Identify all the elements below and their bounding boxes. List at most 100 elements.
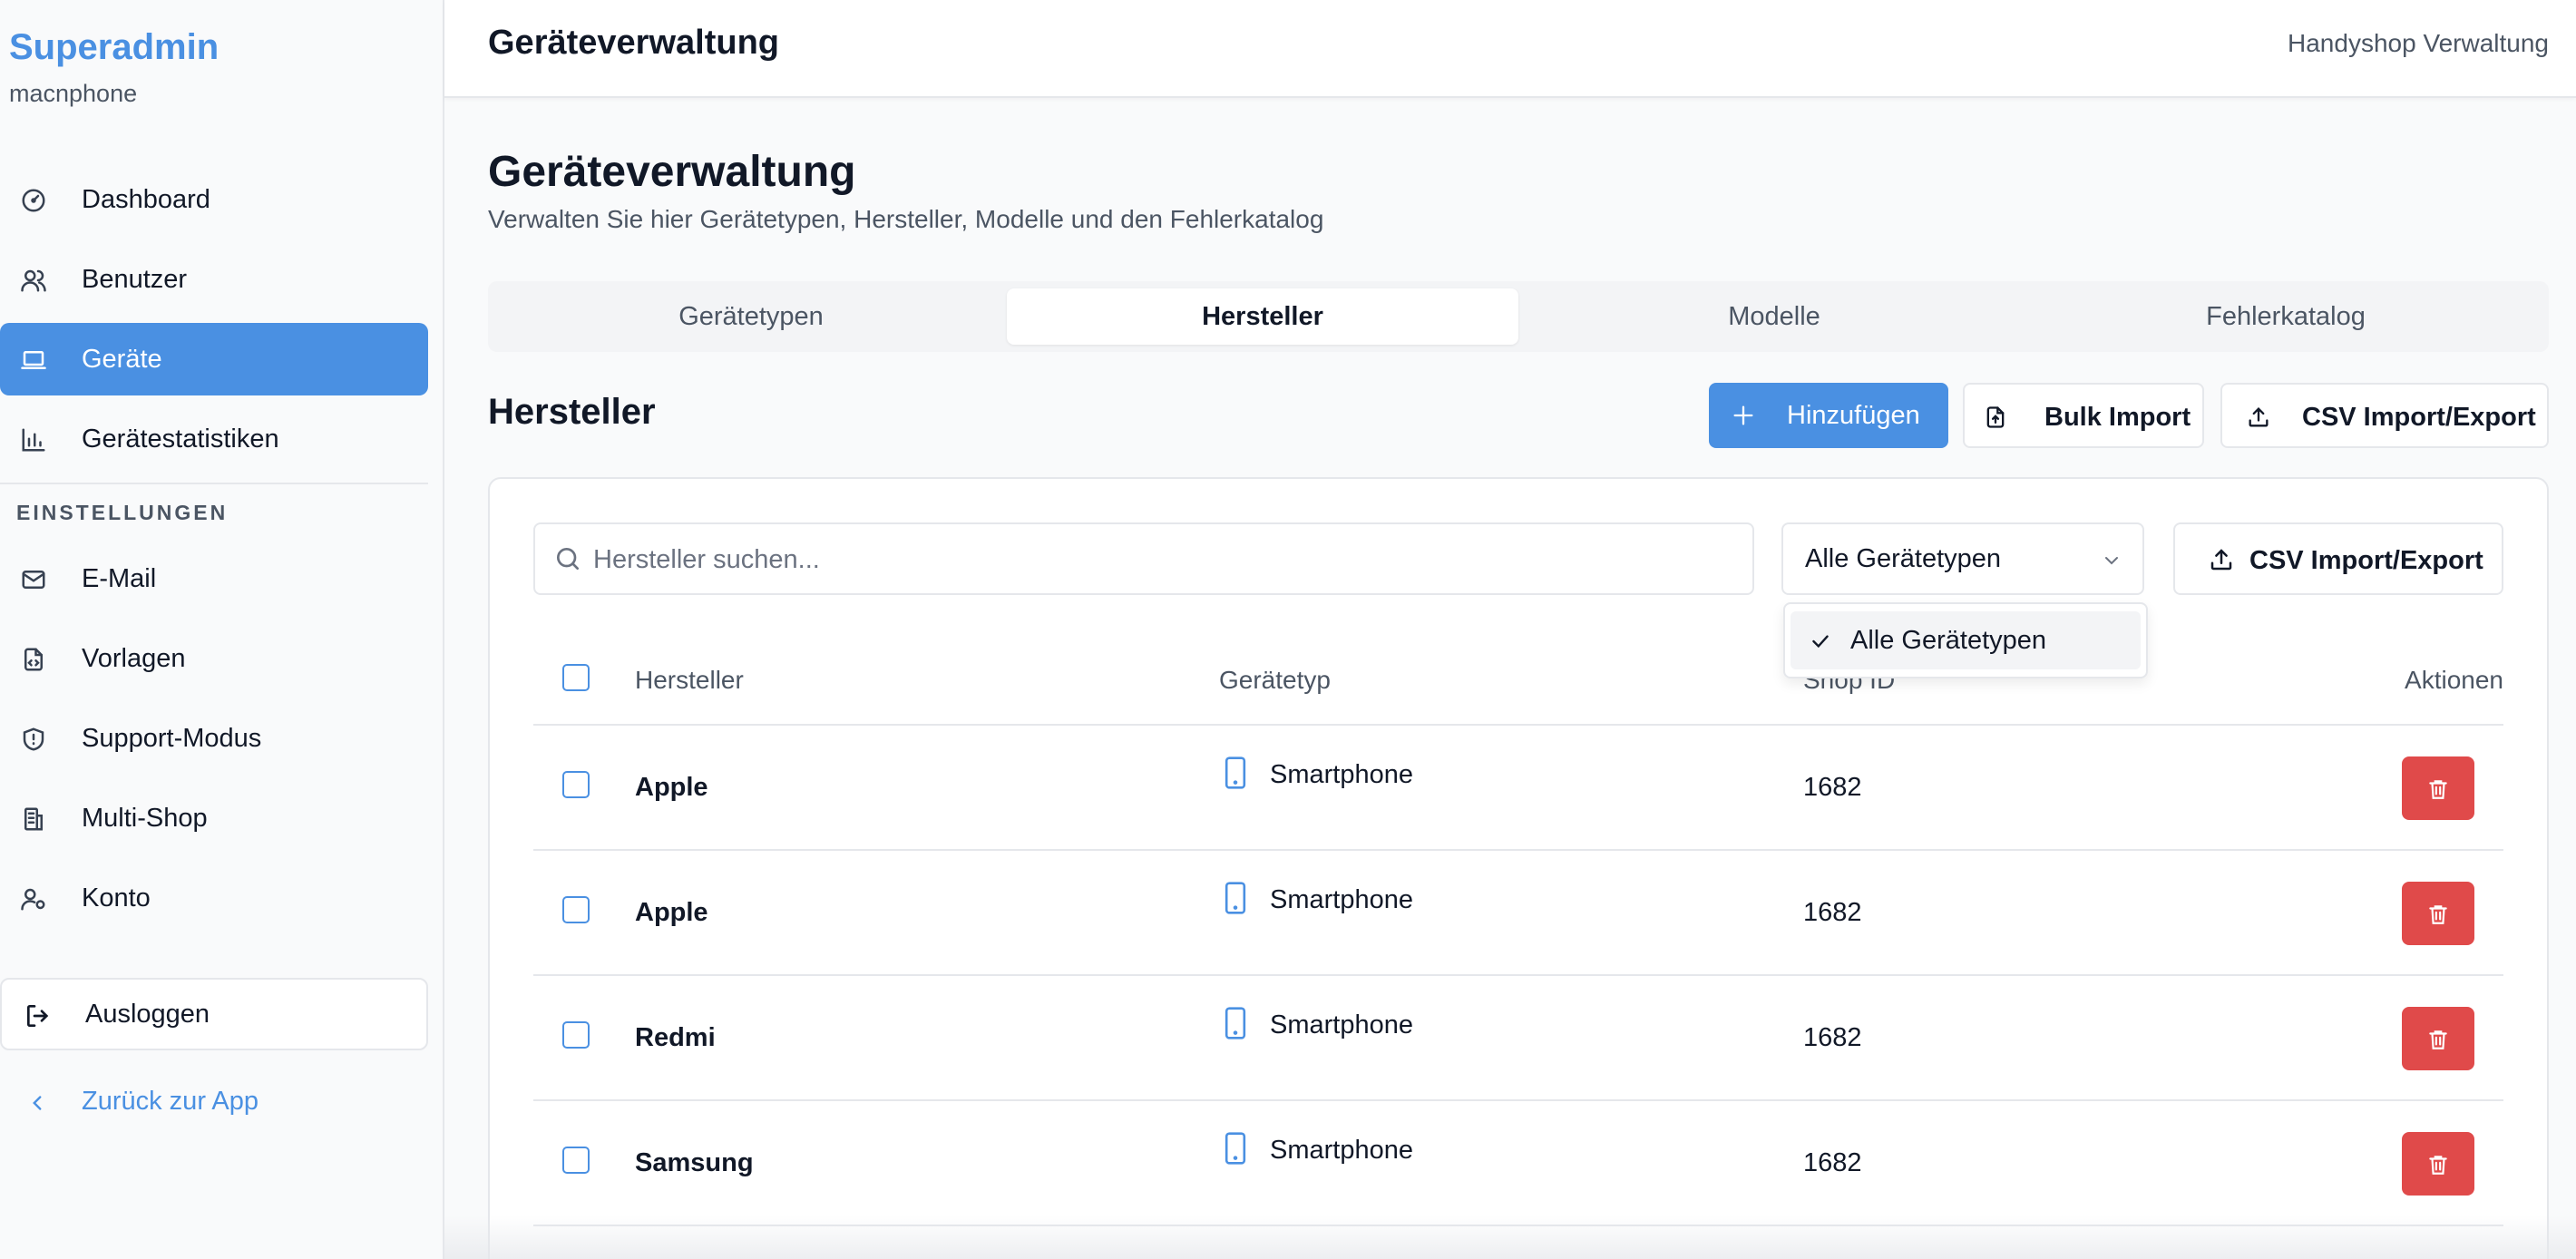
row-divider <box>533 849 2503 851</box>
sidebar-section-label: EINSTELLUNGEN <box>16 501 229 524</box>
sidebar-item-label: E-Mail <box>82 563 157 593</box>
row-checkbox[interactable] <box>562 896 590 923</box>
upload-icon <box>2246 405 2271 430</box>
dropdown-option-alle-geraetetypen[interactable]: Alle Gerätetypen <box>1791 611 2141 669</box>
section-title: Hersteller <box>488 392 656 432</box>
sidebar-item-support-modus[interactable]: Support-Modus <box>0 702 428 775</box>
bar-chart-icon <box>20 426 47 454</box>
check-icon <box>1809 630 1832 653</box>
tab-hersteller[interactable]: Hersteller <box>1007 288 1518 345</box>
shield-icon <box>20 726 47 753</box>
chevron-down-icon <box>2101 550 2122 571</box>
row-shop-id: 1682 <box>1803 1023 1862 1052</box>
device-type-select[interactable]: Alle Gerätetypen <box>1781 522 2144 595</box>
sidebar-item-label: Geräte <box>82 344 162 374</box>
sidebar-item-vorlagen[interactable]: Vorlagen <box>0 622 428 695</box>
tab-fehlerkatalog[interactable]: Fehlerkatalog <box>2030 288 2542 345</box>
header-title: Geräteverwaltung <box>488 24 779 62</box>
bulk-import-button[interactable]: Bulk Import <box>1963 383 2204 448</box>
plus-icon <box>1731 403 1756 428</box>
row-hersteller: Redmi <box>635 1023 716 1052</box>
search-field[interactable] <box>533 522 1754 595</box>
header-app-name: Handyshop Verwaltung <box>2288 29 2549 57</box>
smartphone-icon <box>1225 1132 1246 1165</box>
sidebar-item-multi-shop[interactable]: Multi-Shop <box>0 782 428 854</box>
add-button-label: Hinzufügen <box>1787 401 1920 430</box>
file-upload-icon <box>1983 405 2008 430</box>
back-to-app-label: Zurück zur App <box>82 1087 259 1116</box>
sidebar-item-benutzer[interactable]: Benutzer <box>0 243 428 316</box>
column-header-hersteller: Hersteller <box>635 666 744 694</box>
tab-bar: Gerätetypen Hersteller Modelle Fehlerkat… <box>488 281 2549 352</box>
csv-import-export-label: CSV Import/Export <box>2302 403 2536 432</box>
mail-icon <box>20 566 47 593</box>
sidebar-item-geraete[interactable]: Geräte <box>0 323 428 395</box>
column-header-aktionen: Aktionen <box>2405 666 2503 694</box>
row-checkbox[interactable] <box>562 1021 590 1049</box>
sidebar-item-label: Konto <box>82 883 151 913</box>
sidebar-item-label: Support-Modus <box>82 723 262 753</box>
smartphone-icon <box>1225 882 1246 914</box>
gauge-icon <box>20 187 47 214</box>
logout-icon <box>24 1001 53 1030</box>
row-divider <box>533 724 2503 726</box>
building-icon <box>20 805 47 833</box>
row-geraetetyp: Smartphone <box>1270 760 1413 789</box>
sidebar-item-label: Gerätestatistiken <box>82 424 279 454</box>
trash-icon <box>2426 902 2450 927</box>
back-to-app-link[interactable]: Zurück zur App <box>0 1067 428 1139</box>
csv-import-export-button[interactable]: CSV Import/Export <box>2220 383 2549 448</box>
page-subtitle: Verwalten Sie hier Gerätetypen, Herstell… <box>488 205 1324 233</box>
sidebar-item-label: Benutzer <box>82 264 188 294</box>
row-shop-id: 1682 <box>1803 1148 1862 1177</box>
sidebar-item-konto[interactable]: Konto <box>0 862 428 934</box>
chevron-left-icon <box>25 1090 49 1116</box>
tab-modelle[interactable]: Modelle <box>1518 288 2030 345</box>
trash-icon <box>2426 1027 2450 1052</box>
bottom-scroll-fade <box>444 1215 2576 1259</box>
sidebar-item-geraetestatistiken[interactable]: Gerätestatistiken <box>0 403 428 475</box>
row-checkbox[interactable] <box>562 1147 590 1174</box>
sidebar-item-email[interactable]: E-Mail <box>0 542 428 615</box>
laptop-icon <box>20 346 47 374</box>
search-input[interactable] <box>593 537 1736 582</box>
delete-button[interactable] <box>2402 1132 2474 1196</box>
device-type-select-value: Alle Gerätetypen <box>1805 544 2002 573</box>
row-geraetetyp: Smartphone <box>1270 1136 1413 1165</box>
row-checkbox[interactable] <box>562 771 590 798</box>
row-geraetetyp: Smartphone <box>1270 1010 1413 1039</box>
file-code-icon <box>20 646 47 673</box>
brand-title: Superadmin <box>9 27 220 67</box>
filter-csv-import-export-button[interactable]: CSV Import/Export <box>2173 522 2503 595</box>
row-divider <box>533 974 2503 976</box>
row-hersteller: Samsung <box>635 1148 754 1177</box>
sidebar-item-dashboard[interactable]: Dashboard <box>0 163 428 236</box>
delete-button[interactable] <box>2402 1007 2474 1070</box>
select-all-checkbox[interactable] <box>562 664 590 691</box>
top-bar: Geräteverwaltung Handyshop Verwaltung <box>444 0 2576 98</box>
row-divider <box>533 1099 2503 1101</box>
row-shop-id: 1682 <box>1803 773 1862 802</box>
smartphone-icon <box>1225 756 1246 789</box>
sidebar-item-label: Vorlagen <box>82 643 186 673</box>
bulk-import-label: Bulk Import <box>2044 403 2191 432</box>
column-header-geraetetyp: Gerätetyp <box>1219 666 1331 694</box>
users-icon <box>20 267 47 294</box>
row-geraetetyp: Smartphone <box>1270 885 1413 914</box>
row-hersteller: Apple <box>635 773 708 802</box>
sidebar-item-label: Multi-Shop <box>82 803 208 833</box>
sidebar-divider <box>0 483 428 484</box>
smartphone-icon <box>1225 1007 1246 1039</box>
delete-button[interactable] <box>2402 756 2474 820</box>
delete-button[interactable] <box>2402 882 2474 945</box>
brand-subtitle: macnphone <box>9 80 138 107</box>
dropdown-option-label: Alle Gerätetypen <box>1850 626 2047 655</box>
row-shop-id: 1682 <box>1803 898 1862 927</box>
trash-icon <box>2426 1152 2450 1177</box>
sidebar: Superadmin macnphone Dashboard Benutzer … <box>0 0 444 1259</box>
add-button[interactable]: Hinzufügen <box>1709 383 1948 448</box>
user-cog-icon <box>20 885 47 913</box>
tab-geraetetypen[interactable]: Gerätetypen <box>495 288 1007 345</box>
logout-button[interactable]: Ausloggen <box>0 978 428 1050</box>
upload-icon <box>2208 546 2235 573</box>
